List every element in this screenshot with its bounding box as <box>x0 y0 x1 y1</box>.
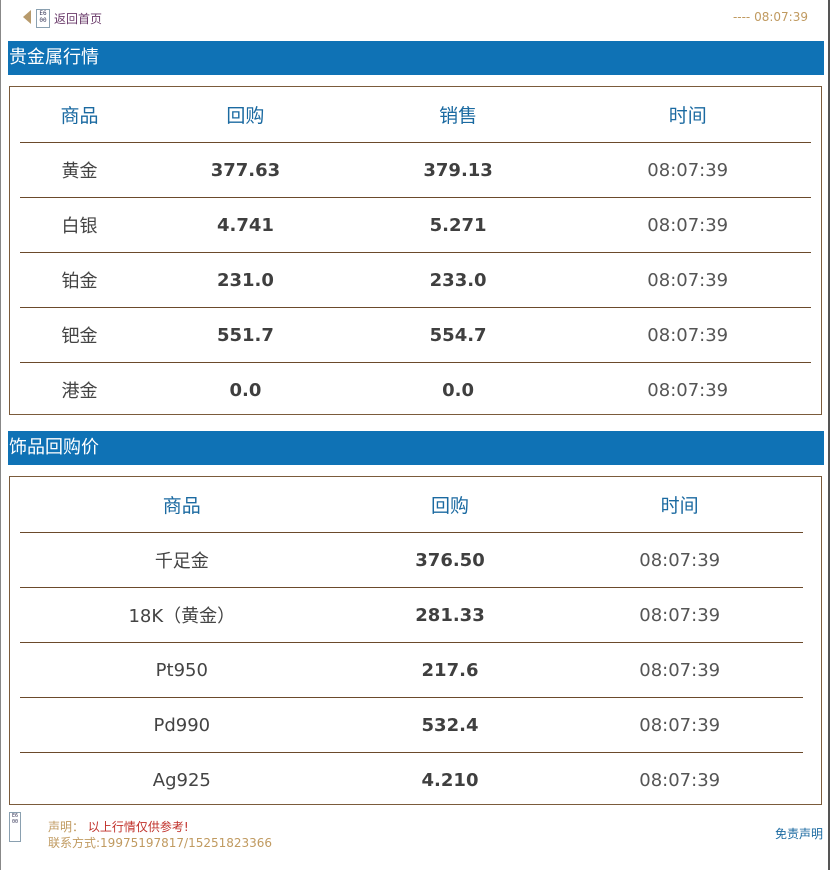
sale-price: 233.0 <box>351 252 565 308</box>
product-name: 港金 <box>61 381 98 402</box>
table-header-row: 商品 回购 时间 <box>20 477 803 533</box>
update-time: ---- 08:07:39 <box>733 10 808 24</box>
buyback-price: 231.0 <box>139 252 352 308</box>
sale-price: 5.271 <box>351 197 565 253</box>
table-row: Pt950 217.6 08:07:39 <box>20 642 803 698</box>
product-name: Pd990 <box>20 697 344 753</box>
col-header-product: 商品 <box>20 87 140 143</box>
product-name: 铂金 <box>20 252 140 308</box>
precious-metals-header: 贵金属行情 <box>8 41 824 75</box>
time-prefix: ---- <box>732 10 751 24</box>
quote-time: 08:07:39 <box>564 307 811 363</box>
product-name: 黄金 <box>20 142 140 198</box>
back-arrow-icon[interactable] <box>23 10 31 24</box>
jewelry-buyback-title: 饰品回购价 <box>9 437 99 458</box>
jewelry-buyback-table-box: 商品 回购 时间 千足金 376.50 08:07:39 18K（黄金） 281… <box>9 476 822 805</box>
quote-time: 08:07:39 <box>556 642 803 698</box>
product-name: Pt950 <box>20 642 344 698</box>
table-row: 千足金 376.50 08:07:39 <box>20 532 803 588</box>
disclaimer-link[interactable]: 免责声明 <box>775 825 823 842</box>
col-header-time: 时间 <box>556 477 803 533</box>
jewelry-buyback-header: 饰品回购价 <box>8 431 824 465</box>
buyback-price: 281.33 <box>343 587 557 643</box>
contact-info: 联系方式:19975197817/15251823366 <box>48 836 273 850</box>
product-name: 白银 <box>20 197 140 253</box>
buyback-price: 4.741 <box>139 197 352 253</box>
table-row: 18K（黄金） 281.33 08:07:39 <box>20 587 803 643</box>
table-row: 钯金 551.7 554.7 08:07:39 <box>20 307 811 363</box>
precious-metals-table: 商品 回购 销售 时间 黄金 377.63 379.13 08:07:39 白银… <box>20 87 811 417</box>
quote-time: 08:07:39 <box>564 197 811 253</box>
buyback-price: 0.0 <box>229 379 262 401</box>
buyback-price: 532.4 <box>343 697 557 753</box>
sale-price: 554.7 <box>351 307 565 363</box>
jewelry-buyback-table: 商品 回购 时间 千足金 376.50 08:07:39 18K（黄金） 281… <box>20 477 803 807</box>
table-row: Ag925 4.210 08:07:39 <box>20 753 803 808</box>
quote-time: 08:07:39 <box>564 142 811 198</box>
statement-label: 声明： <box>48 820 85 834</box>
quote-time: 08:07:39 <box>556 532 803 588</box>
table-row: Pd990 532.4 08:07:39 <box>20 697 803 753</box>
buyback-price: 217.6 <box>343 642 557 698</box>
buyback-price: 551.7 <box>139 307 352 363</box>
col-header-sale: 销售 <box>351 87 565 143</box>
quote-time: 08:07:39 <box>556 697 803 753</box>
quote-time: 08:07:39 <box>564 252 811 308</box>
quote-time: 08:07:39 <box>639 769 721 791</box>
back-to-home-link[interactable]: 返回首页 <box>54 10 102 27</box>
product-name: 千足金 <box>20 532 344 588</box>
statement: 声明： 以上行情仅供参考! <box>48 818 189 835</box>
col-header-time: 时间 <box>564 87 811 143</box>
precious-metals-table-box: 商品 回购 销售 时间 黄金 377.63 379.13 08:07:39 白银… <box>9 86 822 415</box>
qr-code-icon: E6 00 <box>36 9 50 28</box>
footer-qr-icon: E6 00 <box>9 812 21 842</box>
col-header-product: 商品 <box>20 477 344 533</box>
table-row: 黄金 377.63 379.13 08:07:39 <box>20 142 811 198</box>
precious-metals-title: 贵金属行情 <box>9 47 99 68</box>
window-left-edge <box>0 0 1 870</box>
top-bar: E6 00 返回首页 ---- 08:07:39 <box>0 0 830 36</box>
table-row: 铂金 231.0 233.0 08:07:39 <box>20 252 811 308</box>
col-header-buyback: 回购 <box>139 87 352 143</box>
col-header-buyback: 回购 <box>343 477 557 533</box>
buyback-price: 4.210 <box>421 769 479 791</box>
buyback-price: 376.50 <box>343 532 557 588</box>
product-name: 钯金 <box>20 307 140 363</box>
sale-price: 0.0 <box>442 379 475 401</box>
quote-time: 08:07:39 <box>556 587 803 643</box>
sale-price: 379.13 <box>351 142 565 198</box>
quote-time: 08:07:39 <box>647 379 729 401</box>
statement-text: 以上行情仅供参考! <box>87 820 189 834</box>
product-name: 18K（黄金） <box>20 587 344 643</box>
time-value: 08:07:39 <box>754 10 808 24</box>
table-row: 白银 4.741 5.271 08:07:39 <box>20 197 811 253</box>
buyback-price: 377.63 <box>139 142 352 198</box>
table-row: 港金 0.0 0.0 08:07:39 <box>20 363 811 418</box>
product-name: Ag925 <box>152 769 211 791</box>
table-header-row: 商品 回购 销售 时间 <box>20 87 811 143</box>
